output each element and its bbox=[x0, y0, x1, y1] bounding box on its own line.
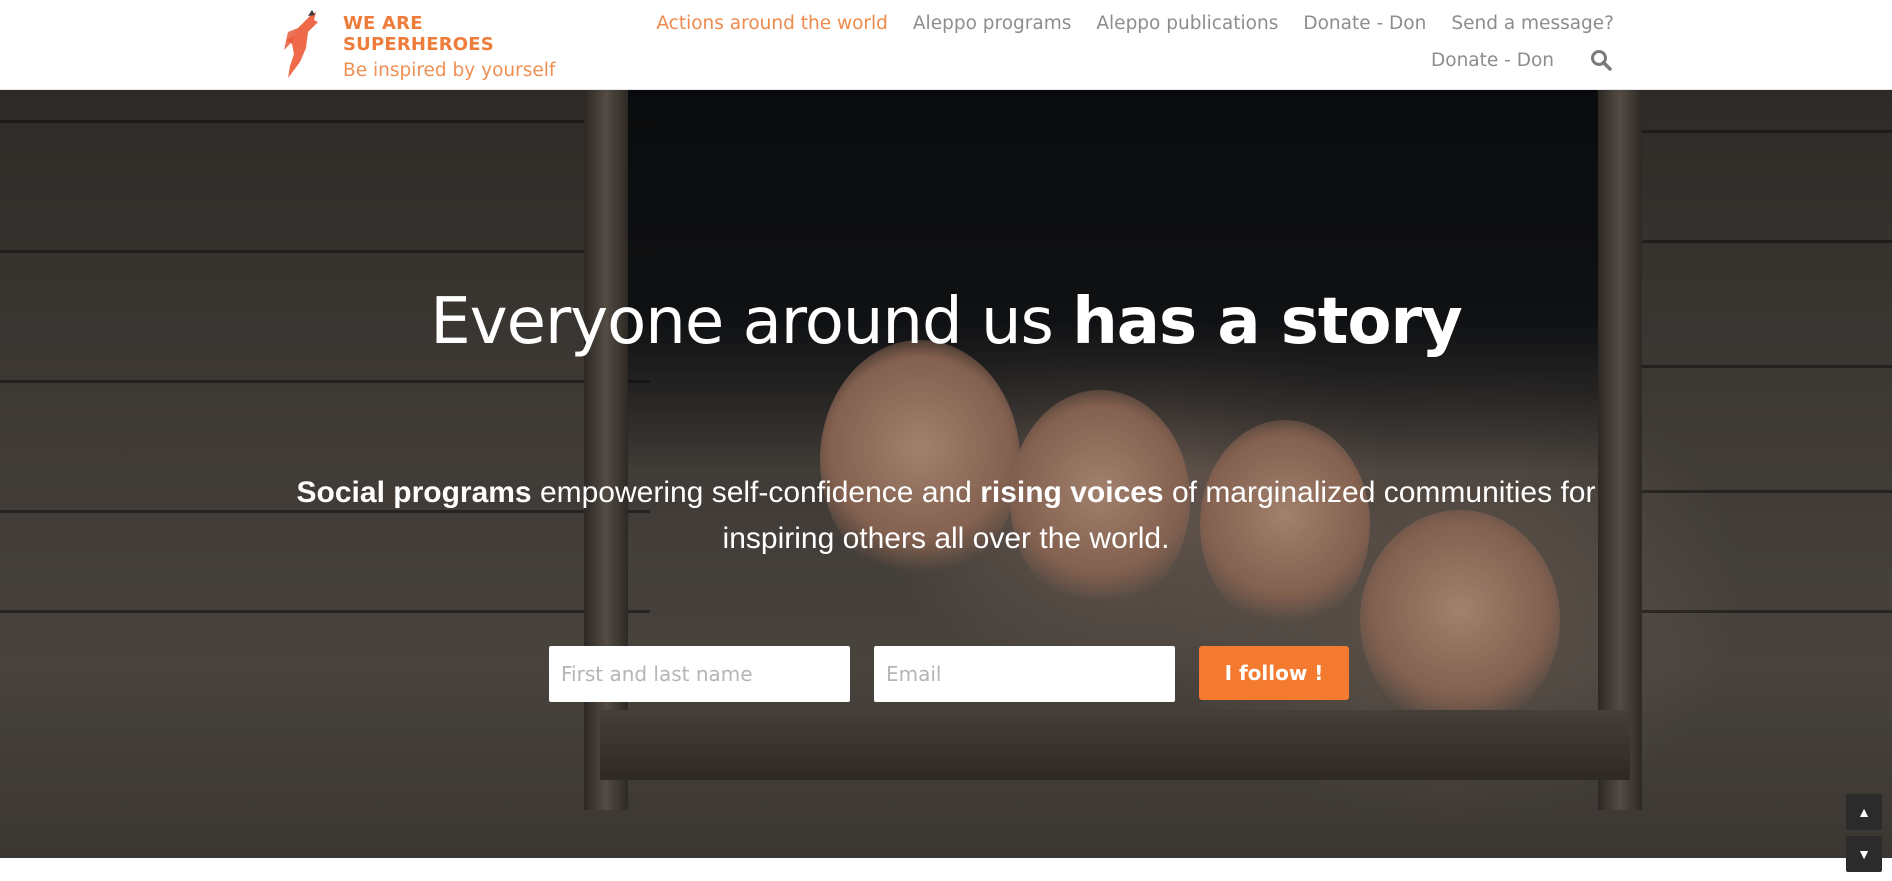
scroll-up-button[interactable]: ▲ bbox=[1846, 794, 1882, 830]
hero-title-light: Everyone around us bbox=[430, 285, 1073, 359]
flying-superhero-icon bbox=[284, 10, 318, 78]
follow-button[interactable]: I follow ! bbox=[1199, 646, 1349, 700]
triangle-down-icon: ▼ bbox=[1857, 846, 1871, 862]
hero-subtitle-bold-1: Social programs bbox=[296, 476, 532, 509]
nav-link-donate[interactable]: Donate - Don bbox=[1303, 12, 1426, 36]
brand-name-line2: SUPERHEROES bbox=[343, 34, 494, 55]
brand-name-line1: WE ARE bbox=[343, 13, 423, 34]
hero-subtitle: Social programs empowering self-confiden… bbox=[270, 470, 1622, 562]
hero-title: Everyone around us has a story bbox=[0, 282, 1892, 362]
hero-title-bold: has a story bbox=[1072, 285, 1463, 359]
brand-tagline: Be inspired by yourself bbox=[343, 60, 556, 81]
email-input[interactable] bbox=[874, 646, 1175, 702]
site-logo-link[interactable]: WE ARE SUPERHEROES Be inspired by yourse… bbox=[280, 8, 570, 81]
hero-subtitle-bold-2: rising voices bbox=[980, 476, 1164, 509]
hero-banner: Everyone around us has a story Social pr… bbox=[0, 90, 1892, 858]
nav-link-aleppo-publications[interactable]: Aleppo publications bbox=[1096, 12, 1278, 36]
scroll-down-button[interactable]: ▼ bbox=[1846, 836, 1882, 872]
search-icon bbox=[1591, 50, 1612, 71]
nav-link-donate-secondary[interactable]: Donate - Don bbox=[1431, 49, 1554, 73]
search-button[interactable] bbox=[1590, 49, 1614, 73]
hero-subtitle-text-1: empowering self-confidence and bbox=[531, 476, 981, 509]
main-nav-row-2: Donate - Don bbox=[1431, 49, 1614, 73]
nav-link-aleppo-programs[interactable]: Aleppo programs bbox=[913, 12, 1071, 36]
nav-link-send-message[interactable]: Send a message? bbox=[1451, 12, 1614, 36]
triangle-up-icon: ▲ bbox=[1857, 804, 1871, 820]
nav-link-actions-around-the-world[interactable]: Actions around the world bbox=[656, 12, 888, 36]
name-input[interactable] bbox=[549, 646, 850, 702]
main-nav-row-1: Actions around the world Aleppo programs… bbox=[656, 12, 1614, 36]
site-header: WE ARE SUPERHEROES Be inspired by yourse… bbox=[0, 0, 1892, 90]
brand-name: WE ARE SUPERHEROES bbox=[343, 13, 563, 55]
